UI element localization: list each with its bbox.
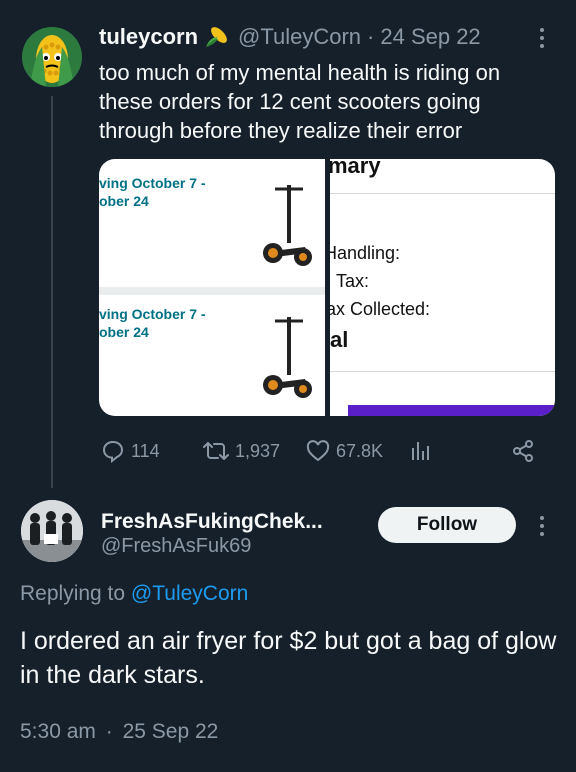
handle[interactable]: @TuleyCorn [238, 24, 361, 50]
display-name[interactable]: tuleycorn [99, 24, 198, 50]
tweet-header: tuleycorn @TuleyCorn · 24 Sep 22 [99, 24, 481, 50]
tax-collected-label: ax Collected: [330, 299, 431, 319]
corn-avatar-icon [22, 27, 82, 87]
order-button-bar [348, 405, 555, 416]
reply-more-options-icon[interactable] [534, 514, 550, 538]
scooter-image-2 [263, 317, 312, 398]
replying-to: Replying to @TuleyCorn [20, 582, 248, 606]
corn-emoji-icon [204, 25, 230, 49]
reply-button[interactable]: 114 [101, 439, 160, 463]
reply-date: 25 Sep 22 [122, 720, 219, 743]
media-right-panel: mary Handling: Tax: ax Collected: al [330, 159, 555, 416]
tweet-text: too much of my mental health is riding o… [99, 60, 501, 143]
replying-to-link[interactable]: @TuleyCorn [131, 582, 248, 605]
share-button[interactable] [511, 439, 535, 463]
separator: · [367, 24, 375, 49]
reply-separator: · [105, 720, 113, 743]
retweet-icon [203, 442, 229, 460]
delivery-text-1: ving October 7 - ober 24 [99, 175, 206, 209]
summary-heading: mary [330, 159, 381, 178]
views-button[interactable] [410, 440, 432, 462]
reply-icon [102, 440, 124, 463]
share-icon [513, 440, 533, 462]
media-left-panel: ving October 7 - ober 24 ving October 7 … [99, 159, 325, 416]
heart-icon [306, 440, 330, 462]
avatar[interactable] [22, 27, 82, 87]
retweet-count: 1,937 [235, 440, 281, 461]
tweet-date[interactable]: 24 Sep 22 [380, 24, 480, 50]
reply-avatar[interactable] [21, 500, 83, 562]
like-button[interactable]: 67.8K [306, 440, 383, 462]
tax-label: Tax: [336, 271, 370, 291]
reply-time: 5:30 am [20, 720, 96, 743]
reply-display-name[interactable]: FreshAsFukingChek... [101, 510, 323, 534]
tweet-actions: 114 1,937 67.8K [0, 437, 576, 465]
analytics-icon [412, 442, 429, 460]
thread-connector [51, 96, 53, 488]
more-options-icon[interactable] [534, 26, 550, 50]
total-label: al [330, 327, 349, 352]
reply-text: I ordered an air fryer for $2 but got a … [20, 627, 557, 689]
handling-label: Handling: [330, 243, 401, 263]
order-item-2: ving October 7 - ober 24 [99, 295, 325, 416]
scooter-image-1 [263, 185, 312, 266]
replying-prefix: Replying to [20, 582, 126, 605]
follow-button[interactable]: Follow [378, 507, 516, 543]
tweet-media[interactable]: ving October 7 - ober 24 ving October 7 … [99, 159, 555, 416]
group-photo-avatar-icon [21, 500, 83, 562]
order-item-1: ving October 7 - ober 24 [99, 159, 325, 287]
like-count: 67.8K [336, 440, 384, 461]
reply-handle[interactable]: @FreshAsFuk69 [101, 535, 251, 558]
retweet-button[interactable]: 1,937 [203, 439, 280, 463]
reply-timestamp[interactable]: 5:30 am · 25 Sep 22 [20, 720, 218, 744]
delivery-text-2: ving October 7 - ober 24 [99, 306, 206, 340]
reply-count: 114 [131, 440, 160, 461]
